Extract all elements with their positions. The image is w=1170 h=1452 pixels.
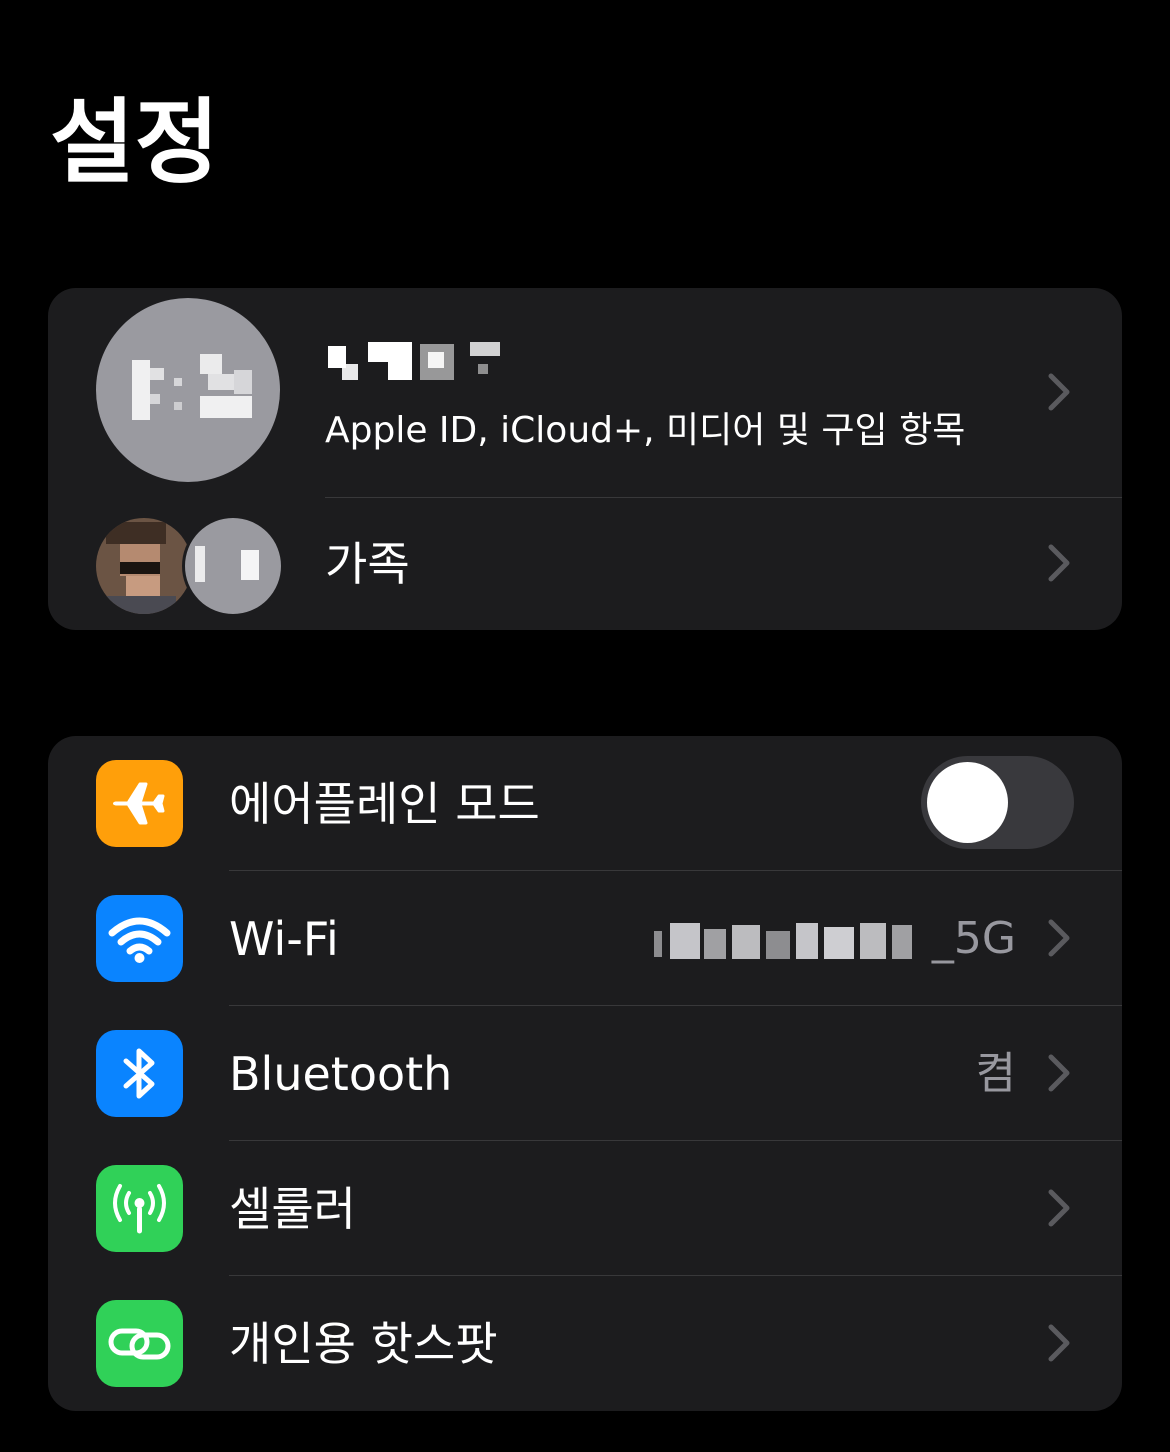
hotspot-row[interactable]: 개인용 핫스팟	[48, 1276, 1122, 1411]
cellular-row[interactable]: 셀룰러	[48, 1141, 1122, 1276]
family-avatar-icon	[96, 518, 192, 614]
airplane-mode-label: 에어플레인 모드	[229, 777, 540, 831]
wifi-network-suffix: _5G	[931, 913, 1016, 964]
chevron-right-icon	[1046, 1188, 1072, 1228]
bluetooth-icon	[96, 1030, 183, 1117]
wifi-icon	[96, 895, 183, 982]
profile-name-redacted	[328, 338, 508, 382]
bluetooth-label: Bluetooth	[229, 1047, 453, 1101]
family-row[interactable]: 가족	[48, 498, 1122, 630]
hotspot-label: 개인용 핫스팟	[229, 1317, 498, 1371]
chevron-right-icon	[1046, 372, 1072, 412]
hotspot-link-icon	[96, 1300, 183, 1387]
page-title: 설정	[50, 89, 220, 196]
chevron-right-icon	[1046, 1323, 1072, 1363]
connectivity-group: 에어플레인 모드 Wi-Fi _5G Bluetooth 켬 셀룰러 개인용 핫…	[48, 736, 1122, 1411]
airplane-mode-row: 에어플레인 모드	[48, 736, 1122, 871]
wifi-label: Wi-Fi	[229, 912, 339, 966]
bluetooth-row[interactable]: Bluetooth 켬	[48, 1006, 1122, 1141]
family-avatar-icon	[182, 515, 284, 617]
cellular-label: 셀룰러	[229, 1182, 356, 1236]
wifi-row[interactable]: Wi-Fi _5G	[48, 871, 1122, 1006]
family-label: 가족	[325, 537, 410, 591]
cellular-antenna-icon	[96, 1165, 183, 1252]
bluetooth-status: 켬	[975, 1048, 1016, 1099]
wifi-network-name-redacted	[654, 923, 926, 959]
apple-id-row[interactable]: Apple ID, iCloud+, 미디어 및 구입 항목	[48, 288, 1122, 498]
airplane-mode-toggle[interactable]	[921, 756, 1074, 849]
chevron-right-icon	[1046, 1053, 1072, 1093]
airplane-icon	[96, 760, 183, 847]
chevron-right-icon	[1046, 918, 1072, 958]
toggle-knob	[927, 762, 1008, 843]
profile-subtitle: Apple ID, iCloud+, 미디어 및 구입 항목	[325, 410, 966, 451]
profile-avatar	[96, 298, 280, 482]
chevron-right-icon	[1046, 543, 1072, 583]
profile-group: Apple ID, iCloud+, 미디어 및 구입 항목 가족	[48, 288, 1122, 630]
